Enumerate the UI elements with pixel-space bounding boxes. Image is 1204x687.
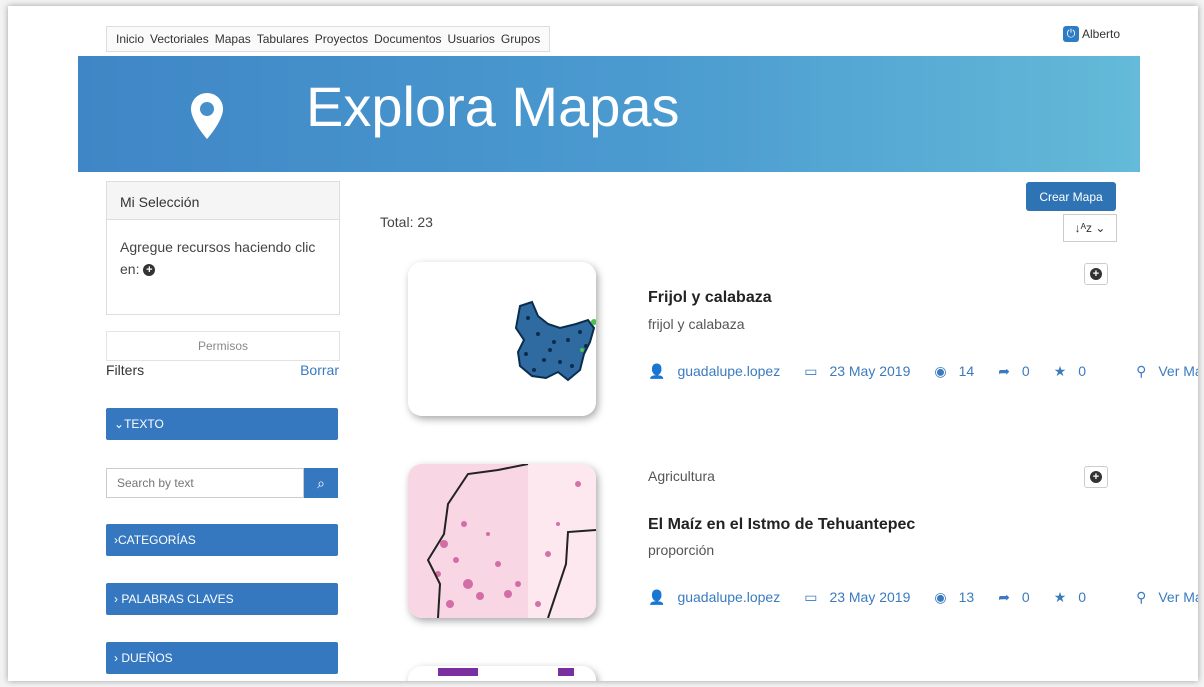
filter-palabras-label: PALABRAS CLAVES: [121, 592, 234, 606]
user-icon: 👤: [648, 363, 666, 379]
map-pin-icon: [191, 93, 223, 139]
map-thumbnail[interactable]: [408, 262, 596, 416]
nav-vectoriales[interactable]: Vectoriales: [150, 32, 209, 46]
nav-documentos[interactable]: Documentos: [374, 32, 441, 46]
eye-icon: ◉: [934, 589, 947, 605]
eye-icon: ◉: [934, 363, 947, 379]
nav-proyectos[interactable]: Proyectos: [315, 32, 368, 46]
map-marker-icon: ⚲: [1136, 363, 1147, 379]
plus-circle-icon: +: [143, 264, 156, 277]
page: Inicio Vectoriales Mapas Tabulares Proye…: [78, 6, 1198, 681]
date-label: ▭ 23 May 2019: [804, 363, 911, 379]
views-count: ◉ 13: [934, 589, 975, 605]
views-count: ◉ 14: [934, 363, 975, 379]
nav-mapas[interactable]: Mapas: [215, 32, 251, 46]
star-icon: ★: [1053, 589, 1067, 605]
item-category[interactable]: Agricultura: [648, 468, 715, 484]
filters-label: Filters: [106, 362, 145, 378]
map-marker-icon: ⚲: [1136, 589, 1147, 605]
star-icon: ★: [1053, 363, 1067, 379]
share-icon: ➦: [998, 363, 1010, 379]
item-subtitle: frijol y calabaza: [648, 316, 745, 332]
filter-categorias-label: CATEGORÍAS: [118, 533, 196, 547]
nav-usuarios[interactable]: Usuarios: [448, 32, 495, 46]
permisos-button[interactable]: Permisos: [106, 331, 340, 361]
view-map-link[interactable]: ⚲Ver Mapa: [1136, 589, 1198, 606]
chevron-down-icon: ⌄: [114, 417, 125, 431]
clear-filters-link[interactable]: Borrar: [300, 362, 339, 378]
search-input[interactable]: [106, 468, 304, 498]
hero-banner: Explora Mapas: [78, 56, 1140, 172]
total-count: Total: 23: [380, 214, 433, 230]
nav-inicio[interactable]: Inicio: [116, 32, 144, 46]
user-name[interactable]: Alberto: [1082, 27, 1120, 41]
map-thumbnail[interactable]: [408, 464, 596, 618]
owner-link[interactable]: 👤 guadalupe.lopez: [648, 589, 792, 606]
filter-texto-button[interactable]: ⌄TEXTO: [106, 408, 338, 440]
calendar-icon: ▭: [804, 589, 818, 605]
item-title[interactable]: Frijol y calabaza: [648, 289, 772, 307]
shares-count: ➦ 0: [998, 363, 1030, 379]
owner-link[interactable]: 👤 guadalupe.lopez: [648, 363, 792, 380]
item-title[interactable]: El Maíz en el Istmo de Tehuantepec: [648, 516, 915, 534]
share-icon: ➦: [998, 589, 1010, 605]
calendar-icon: ▭: [804, 363, 818, 379]
view-map-link[interactable]: ⚲Ver Mapa: [1136, 363, 1198, 380]
rating-count: ★ 0: [1053, 589, 1087, 605]
map-thumbnail-image: [408, 666, 596, 681]
item-meta: 👤 guadalupe.lopez ▭ 23 May 2019 ◉ 14 ➦ 0 ★ 0 …: [648, 363, 1198, 380]
item-subtitle: proporción: [648, 542, 715, 558]
nav-grupos[interactable]: Grupos: [501, 32, 540, 46]
rating-count: ★ 0: [1053, 363, 1087, 379]
filter-texto-label: TEXTO: [124, 417, 164, 431]
top-nav: Inicio Vectoriales Mapas Tabulares Proye…: [106, 26, 551, 52]
nav-tabulares[interactable]: Tabulares: [257, 32, 309, 46]
item-meta: 👤 guadalupe.lopez ▭ 23 May 2019 ◉ 13 ➦ 0 ★ 0 …: [648, 589, 1198, 606]
browser-frame: Inicio Vectoriales Mapas Tabulares Proye…: [8, 6, 1198, 681]
user-menu[interactable]: ⏻ Alberto: [1062, 26, 1120, 42]
add-to-selection-button[interactable]: +: [1084, 263, 1108, 285]
filter-duenos-button[interactable]: › DUEÑOS: [106, 642, 338, 674]
selection-body: Agregue recursos haciendo clic en: +: [107, 220, 339, 296]
search-box: ⌕: [106, 468, 338, 498]
create-map-button[interactable]: Crear Mapa: [1026, 182, 1116, 211]
sort-dropdown[interactable]: ↓ᴬz ⌄: [1063, 214, 1117, 242]
sort-alpha-icon: ↓ᴬz ⌄: [1074, 221, 1106, 235]
selection-title: Mi Selección: [107, 182, 339, 220]
filter-duenos-label: DUEÑOS: [121, 651, 173, 665]
map-thumbnail[interactable]: [408, 666, 596, 681]
shares-count: ➦ 0: [998, 589, 1030, 605]
selection-panel: Mi Selección Agregue recursos haciendo c…: [106, 181, 340, 315]
date-label: ▭ 23 May 2019: [804, 589, 911, 605]
search-button[interactable]: ⌕: [304, 468, 338, 498]
filter-categorias-button[interactable]: ›CATEGORÍAS: [106, 524, 338, 556]
map-thumbnail-image: [408, 464, 596, 618]
plus-circle-icon: +: [1090, 471, 1102, 483]
filter-palabras-button[interactable]: › PALABRAS CLAVES: [106, 583, 338, 615]
plus-circle-icon: +: [1090, 268, 1102, 280]
user-icon: 👤: [648, 589, 666, 605]
page-title: Explora Mapas: [306, 75, 680, 138]
power-icon[interactable]: ⏻: [1062, 26, 1079, 42]
add-to-selection-button[interactable]: +: [1084, 466, 1108, 488]
map-thumbnail-image: [408, 262, 596, 416]
search-icon: ⌕: [317, 474, 325, 491]
filters-row: Filters Borrar: [106, 362, 339, 378]
